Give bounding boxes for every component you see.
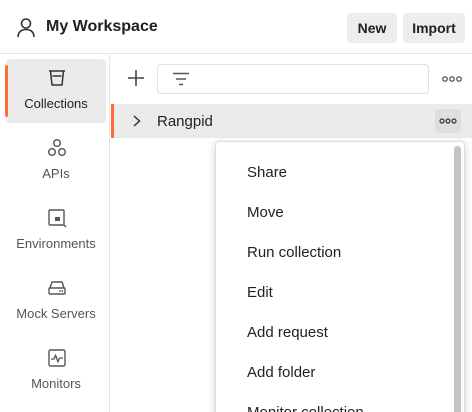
workspace-title[interactable]: My Workspace [46, 18, 158, 36]
sidebar-item-label: Collections [24, 96, 88, 111]
menu-item-monitor-collection[interactable]: Monitor collection [216, 392, 452, 412]
chevron-right-icon[interactable] [132, 115, 142, 127]
menu-item-move[interactable]: Move [216, 192, 452, 232]
import-button[interactable]: Import [403, 13, 465, 43]
mock-servers-icon [48, 281, 66, 295]
environments-icon [48, 209, 67, 228]
header: My Workspace New Import [0, 0, 472, 54]
collections-icon [49, 70, 65, 86]
monitors-icon [48, 349, 66, 367]
menu-item-share[interactable]: Share [216, 152, 452, 192]
selected-indicator [111, 104, 114, 138]
menu-item-add-request[interactable]: Add request [216, 312, 452, 352]
more-horizontal-icon[interactable] [441, 74, 463, 84]
collection-more-button[interactable] [435, 109, 461, 133]
apis-icon [48, 139, 66, 156]
user-icon[interactable] [16, 17, 36, 39]
sidebar-item-monitors[interactable]: Monitors [6, 339, 106, 403]
plus-icon[interactable] [125, 67, 147, 89]
app-window: My Workspace New Import Collections APIs [0, 0, 472, 412]
menu-item-edit[interactable]: Edit [216, 272, 452, 312]
collection-row[interactable]: Rangpid [111, 104, 472, 138]
filter-icon [173, 72, 189, 86]
sidebar-item-apis[interactable]: APIs [6, 129, 106, 193]
collection-name[interactable]: Rangpid [157, 113, 213, 130]
menu-item-run-collection[interactable]: Run collection [216, 232, 452, 272]
menu-scrollbar[interactable] [454, 146, 461, 412]
new-button[interactable]: New [347, 13, 397, 43]
sidebar-item-environments[interactable]: Environments [6, 199, 106, 263]
menu-item-add-folder[interactable]: Add folder [216, 352, 452, 392]
sidebar-item-label: Environments [16, 236, 96, 251]
sidebar-item-collections[interactable]: Collections [5, 59, 106, 123]
sidebar-item-label: Mock Servers [16, 306, 96, 321]
context-menu: Share Move Run collection Edit Add reque… [215, 141, 465, 412]
sidebar-item-label: Monitors [31, 376, 81, 391]
sidebar: Collections APIs Environments Mock Serve… [0, 54, 110, 412]
more-horizontal-icon [439, 118, 457, 124]
sidebar-item-mock-servers[interactable]: Mock Servers [6, 269, 106, 333]
filter-search-input[interactable] [157, 64, 429, 94]
sidebar-item-label: APIs [42, 166, 70, 181]
